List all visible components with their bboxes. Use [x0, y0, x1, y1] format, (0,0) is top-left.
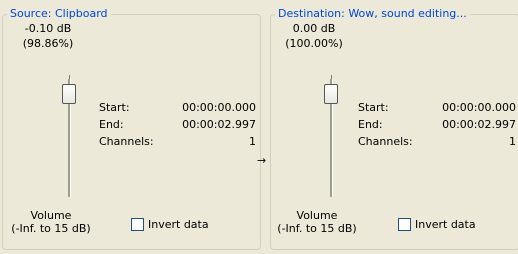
destination-invert-checkbox[interactable]: [398, 218, 411, 231]
destination-volume-range: (-Inf. to 15 dB): [277, 222, 357, 235]
destination-invert-label[interactable]: Invert data: [415, 218, 476, 231]
source-channels-value: 1: [249, 135, 256, 148]
destination-end-row: End: 00:00:02.997: [358, 116, 516, 133]
destination-volume-label: Volume: [296, 209, 338, 222]
destination-groupbox: Destination: Wow, sound editing... 0.00 …: [269, 7, 518, 250]
destination-volume-caption: Volume (-Inf. to 15 dB): [269, 209, 365, 235]
source-start-value: 00:00:00.000: [182, 101, 256, 114]
destination-volume-slider-thumb[interactable]: [324, 84, 338, 104]
source-percent-value: (98.86%): [22, 37, 74, 50]
destination-channels-value: 1: [509, 135, 516, 148]
destination-db-value: 0.00 dB: [292, 22, 336, 35]
source-end-label: End:: [99, 118, 124, 131]
source-volume-slider-thumb[interactable]: [62, 84, 76, 104]
source-invert-label[interactable]: Invert data: [148, 218, 209, 231]
source-channels-row: Channels: 1: [99, 133, 256, 150]
destination-percent-value: (100.00%): [285, 37, 343, 50]
source-db-value: -0.10 dB: [24, 22, 72, 35]
source-end-row: End: 00:00:02.997: [99, 116, 256, 133]
source-end-value: 00:00:02.997: [182, 118, 256, 131]
destination-channels-label: Channels:: [358, 135, 413, 148]
source-volume-caption: Volume (-Inf. to 15 dB): [3, 209, 99, 235]
destination-start-row: Start: 00:00:00.000: [358, 99, 516, 116]
destination-channels-row: Channels: 1: [358, 133, 516, 150]
source-volume-label: Volume: [30, 209, 72, 222]
destination-start-label: Start:: [358, 101, 389, 114]
destination-info: Start: 00:00:00.000 End: 00:00:02.997 Ch…: [358, 99, 516, 150]
source-info: Start: 00:00:00.000 End: 00:00:02.997 Ch…: [99, 99, 256, 150]
destination-legend: Destination: Wow, sound editing...: [275, 7, 470, 21]
source-invert-checkbox[interactable]: [131, 218, 144, 231]
destination-start-value: 00:00:00.000: [442, 101, 516, 114]
source-volume-range: (-Inf. to 15 dB): [11, 222, 91, 235]
destination-end-label: End:: [358, 118, 383, 131]
source-start-label: Start:: [99, 101, 130, 114]
destination-invert-control[interactable]: Invert data: [398, 218, 476, 231]
destination-end-value: 00:00:02.997: [442, 118, 516, 131]
source-invert-control[interactable]: Invert data: [131, 218, 209, 231]
source-legend: Source: Clipboard: [7, 7, 111, 21]
source-channels-label: Channels:: [99, 135, 154, 148]
source-start-row: Start: 00:00:00.000: [99, 99, 256, 116]
arrow-right-icon: →: [257, 154, 267, 167]
source-groupbox: Source: Clipboard -0.10 dB (98.86%) Star…: [2, 7, 261, 250]
